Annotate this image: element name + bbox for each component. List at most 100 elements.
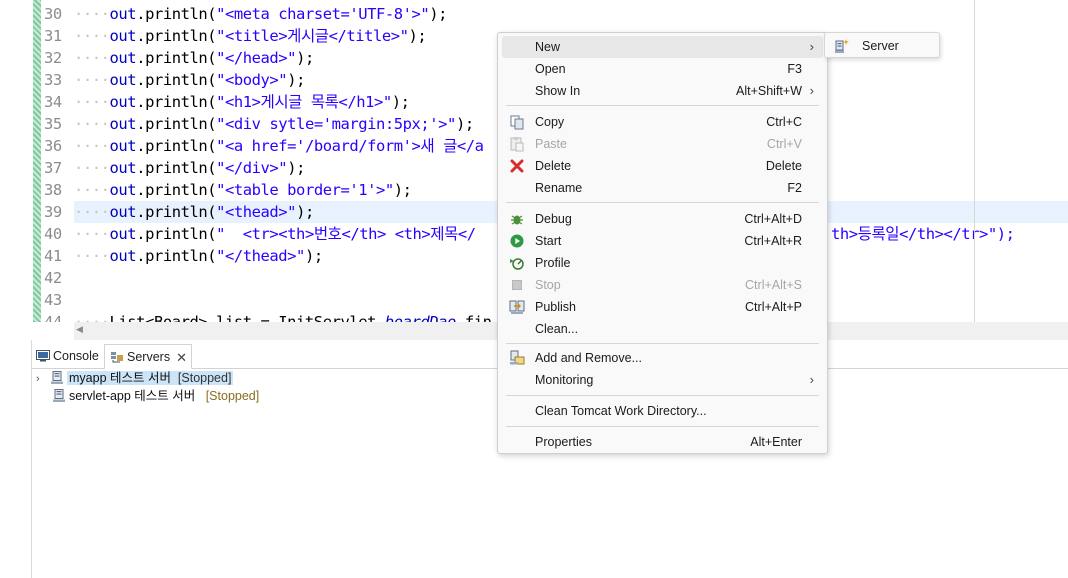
chevron-right-icon[interactable]: › bbox=[36, 370, 50, 389]
code-token: out bbox=[109, 159, 137, 177]
server-status: [Stopped] bbox=[205, 389, 260, 403]
whitespace-marker: ···· bbox=[74, 247, 110, 265]
string-literal: "<a href='/board/form'>새 글</a bbox=[216, 137, 484, 155]
submenu-item-server[interactable]: Server bbox=[825, 33, 939, 57]
menu-item-debug[interactable]: Debug Ctrl+Alt+D bbox=[502, 208, 823, 230]
code-token: boardDao bbox=[384, 313, 457, 322]
submenu-arrow-icon: › bbox=[809, 83, 814, 98]
code-token: ); bbox=[429, 5, 448, 23]
tab-console-label: Console bbox=[53, 349, 99, 363]
menu-item-add-remove[interactable]: Add and Remove... bbox=[502, 347, 823, 369]
code-line[interactable]: ····out.println("<meta charset='UTF-8'>"… bbox=[74, 3, 1068, 25]
line-number: 43 bbox=[44, 291, 62, 309]
whitespace-marker: ···· bbox=[74, 5, 110, 23]
code-token: .println( bbox=[136, 181, 217, 199]
menu-item-monitoring[interactable]: Monitoring › bbox=[502, 369, 823, 391]
line-number: 36 bbox=[44, 137, 62, 155]
add-remove-icon bbox=[510, 350, 525, 365]
menu-item-shortcut: Ctrl+V bbox=[766, 137, 802, 151]
tab-console[interactable]: Console bbox=[36, 344, 99, 369]
menu-item-open[interactable]: Open F3 bbox=[502, 58, 823, 80]
menu-item-clean[interactable]: Clean... bbox=[502, 318, 823, 340]
menu-item-properties[interactable]: Properties Alt+Enter bbox=[502, 431, 823, 453]
menu-item-shortcut: Ctrl+Alt+D bbox=[744, 212, 802, 226]
whitespace-marker: ···· bbox=[74, 115, 110, 133]
string-literal: "</thead>" bbox=[216, 247, 305, 265]
menu-item-paste[interactable]: Paste Ctrl+V bbox=[502, 133, 823, 155]
menu-item-start[interactable]: Start Ctrl+Alt+R bbox=[502, 230, 823, 252]
menu-item-shortcut: Ctrl+Alt+S bbox=[745, 278, 802, 292]
string-literal: "<body>" bbox=[216, 71, 288, 89]
string-literal: " <tr><th>번호</th> <th>제목</ bbox=[216, 225, 476, 243]
code-token: .println( bbox=[136, 247, 217, 265]
menu-item-delete[interactable]: Delete Delete bbox=[502, 155, 823, 177]
menu-item-show-in[interactable]: Show In Alt+Shift+W › bbox=[502, 80, 823, 102]
whitespace-marker: ···· bbox=[74, 203, 110, 221]
line-number: 37 bbox=[44, 159, 62, 177]
menu-item-profile[interactable]: Profile bbox=[502, 252, 823, 274]
menu-item-publish[interactable]: Publish Ctrl+Alt+P bbox=[502, 296, 823, 318]
code-token: .println( bbox=[136, 27, 217, 45]
code-line-overflow: th>등록일</th></tr>"); bbox=[831, 223, 1015, 245]
console-icon bbox=[36, 350, 50, 362]
string-literal: "</div>" bbox=[216, 159, 288, 177]
code-token: .println( bbox=[136, 203, 217, 221]
code-token: .println( bbox=[136, 225, 217, 243]
string-literal: th>등록일</th></tr>"); bbox=[831, 225, 1015, 243]
line-number: 32 bbox=[44, 49, 62, 67]
scroll-left-icon[interactable]: ◀ bbox=[76, 325, 83, 335]
menu-item-rename[interactable]: Rename F2 bbox=[502, 177, 823, 199]
code-token: out bbox=[109, 5, 137, 23]
line-number: 33 bbox=[44, 71, 62, 89]
delete-icon bbox=[510, 159, 524, 173]
print-margin-line bbox=[974, 0, 975, 322]
line-number: 41 bbox=[44, 247, 62, 265]
new-server-icon bbox=[835, 39, 849, 53]
line-number: 42 bbox=[44, 269, 62, 287]
context-menu: New › Open F3 Show In Alt+Shift+W › Copy Ctrl… bbox=[497, 32, 828, 454]
whitespace-marker: ···· bbox=[74, 93, 110, 111]
code-token: ); bbox=[408, 27, 427, 45]
whitespace-marker: ···· bbox=[74, 49, 110, 67]
line-number: 38 bbox=[44, 181, 62, 199]
menu-item-label: Clean... bbox=[535, 322, 579, 336]
code-token: .fin bbox=[455, 313, 492, 322]
line-number: 34 bbox=[44, 93, 62, 111]
quick-diff-ruler bbox=[33, 0, 41, 322]
menu-item-copy[interactable]: Copy Ctrl+C bbox=[502, 111, 823, 133]
menu-item-label: New bbox=[535, 40, 561, 54]
line-number: 35 bbox=[44, 115, 62, 133]
close-icon[interactable]: ✕ bbox=[176, 345, 187, 370]
menu-item-label: Profile bbox=[535, 256, 571, 270]
profile-icon bbox=[510, 258, 524, 270]
menu-item-clean-tomcat-work-directory[interactable]: Clean Tomcat Work Directory... bbox=[502, 400, 823, 422]
code-token: .println( bbox=[136, 71, 217, 89]
server-icon bbox=[53, 389, 65, 402]
menu-item-label: Paste bbox=[535, 137, 567, 151]
code-token: out bbox=[109, 225, 137, 243]
code-token: out bbox=[109, 49, 137, 67]
line-number-gutter: 30 31 32 33 34 35 36 37 38 39 40 41 42 4… bbox=[41, 0, 72, 322]
menu-item-label: Start bbox=[535, 234, 562, 248]
menu-item-new[interactable]: New › bbox=[502, 36, 823, 58]
code-token: out bbox=[109, 71, 137, 89]
tab-servers[interactable]: Servers ✕ bbox=[104, 344, 192, 369]
whitespace-marker: ···· bbox=[74, 313, 110, 322]
menu-item-stop[interactable]: Stop Ctrl+Alt+S bbox=[502, 274, 823, 296]
string-literal: "<meta charset='UTF-8'>" bbox=[216, 5, 430, 23]
debug-icon bbox=[511, 215, 523, 225]
code-token: .println( bbox=[136, 93, 217, 111]
server-row-servlet-app[interactable]: servlet-app 테스트 서버 [Stopped] bbox=[52, 387, 259, 406]
publish-icon bbox=[509, 300, 525, 314]
server-name: myapp 테스트 서버 bbox=[69, 371, 171, 385]
code-token: .println( bbox=[136, 49, 217, 67]
menu-separator bbox=[506, 395, 819, 396]
code-token: out bbox=[109, 115, 137, 133]
menu-item-label: Publish bbox=[535, 300, 576, 314]
menu-item-label: Monitoring bbox=[535, 373, 594, 387]
tab-servers-label: Servers bbox=[127, 350, 171, 364]
server-selection: myapp 테스트 서버 [Stopped] bbox=[67, 371, 234, 385]
code-token: .println( bbox=[136, 159, 217, 177]
menu-item-label: Add and Remove... bbox=[535, 351, 643, 365]
server-row-myapp[interactable]: › myapp 테스트 서버 [Stopped] bbox=[36, 369, 234, 389]
